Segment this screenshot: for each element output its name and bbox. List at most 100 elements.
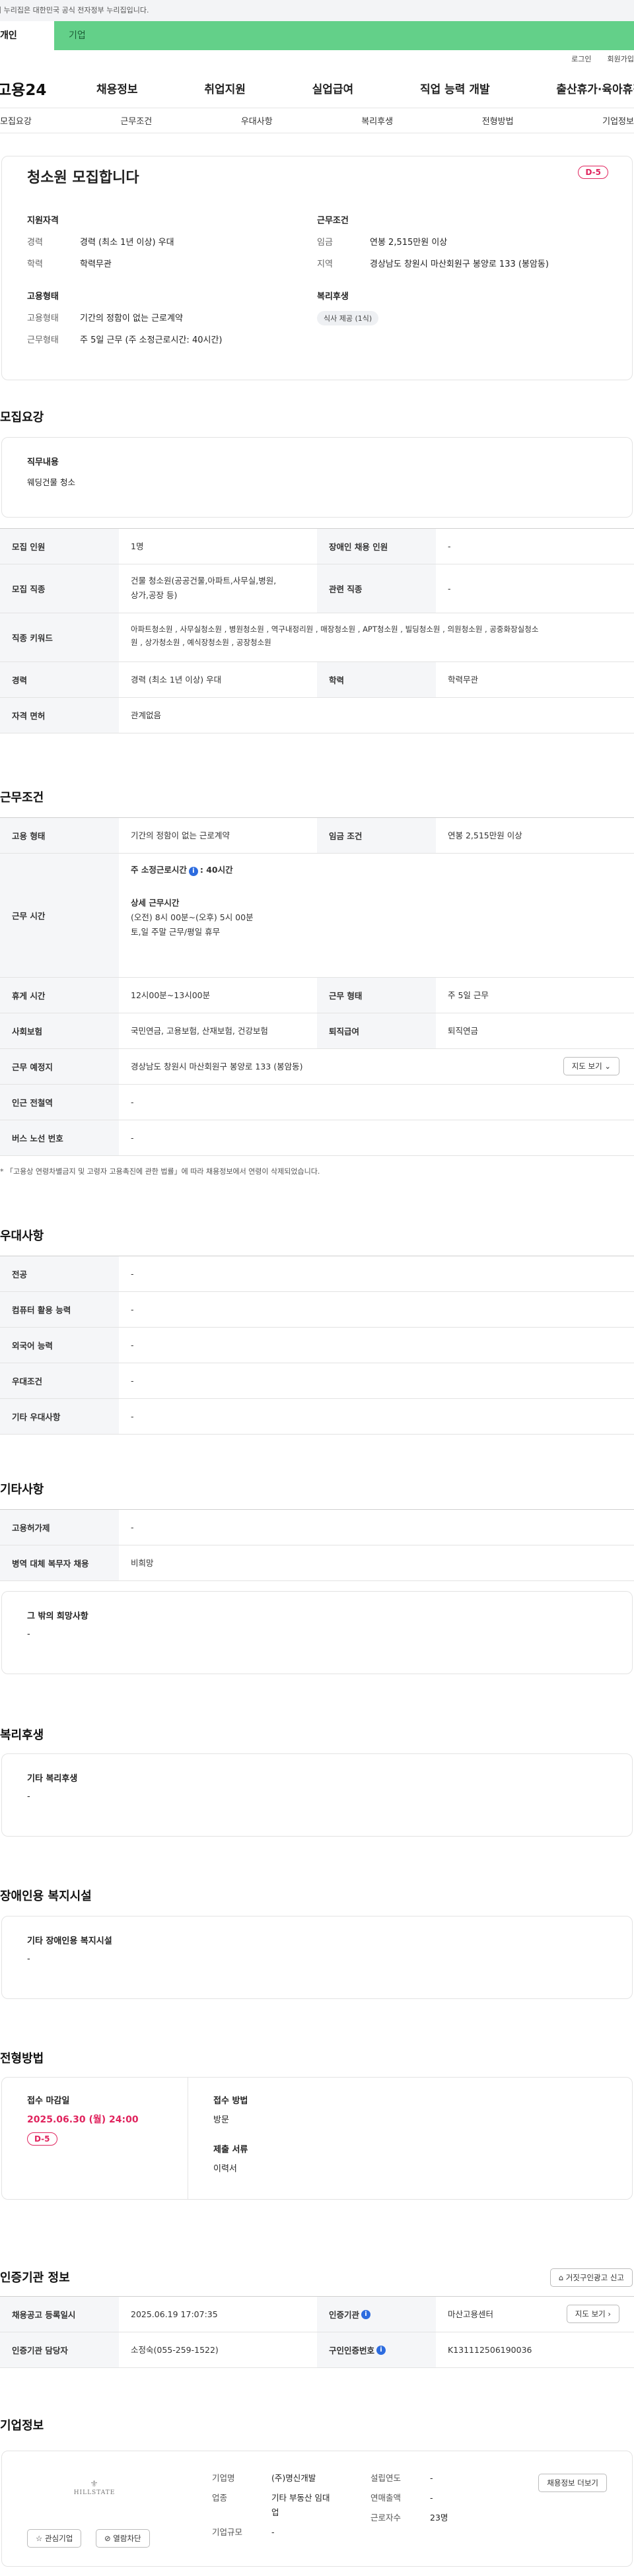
false-ad-report-button[interactable]: ⌂ 거짓구인광고 신고: [549, 2268, 633, 2287]
table-row: 컴퓨터 활용 능력 -: [0, 1292, 634, 1328]
agency-map-button[interactable]: 지도 보기 ›: [566, 2305, 619, 2323]
summary-card: 청소원 모집합니다 D-5 지원자격 경력 경력 (최소 1년 이상) 우대 학력…: [1, 156, 633, 380]
row-label: 퇴직급여: [317, 1013, 436, 1048]
agency-label: 인증기관: [329, 2310, 360, 2320]
row-label: 근무 예정지: [0, 1049, 119, 1084]
favorite-company-button[interactable]: ☆ 관심기업: [27, 2529, 82, 2548]
more-jobs-button[interactable]: 채용정보 더보기: [538, 2474, 607, 2492]
row-label: 버스 노선 번호: [0, 1120, 119, 1155]
row-label: 휴게 시간: [0, 978, 119, 1013]
anchor-pref[interactable]: 우대사항: [241, 114, 273, 127]
gnb-item-support[interactable]: 취업지원: [204, 80, 246, 96]
table-row: 인근 전철역 -: [0, 1085, 634, 1120]
row-label: 근무 형태: [317, 978, 436, 1013]
industry-label: 업종: [212, 2492, 228, 2503]
logo-text: HILLSTATE: [73, 2490, 116, 2496]
etc-wish-text: -: [27, 1629, 30, 1639]
row-label: 사회보험: [0, 1013, 119, 1048]
info-icon[interactable]: i: [376, 2345, 386, 2355]
tab-personal[interactable]: 개인: [0, 21, 54, 50]
table-row: 기타 우대사항 -: [0, 1399, 634, 1435]
docs-value: 이력서: [213, 2164, 237, 2174]
chevron-right-icon: ›: [608, 2309, 611, 2319]
row-label: 우대조건: [0, 1363, 119, 1398]
row-value: 건물 청소원(공공건물,아파트,사무실,병원, 상가,공장 등): [119, 564, 317, 613]
anchor-work[interactable]: 근무조건: [120, 114, 152, 127]
fav-btn-label: 관심기업: [44, 2534, 73, 2543]
row-value: -: [131, 1132, 134, 1143]
row-value: K131112506190036: [448, 2344, 532, 2355]
info-icon[interactable]: i: [361, 2309, 371, 2319]
anchor-recruit[interactable]: 모집요강: [0, 114, 32, 127]
row-value: 경력 (최소 1년 이상) 우대: [131, 674, 222, 685]
sales-label: 연매출액: [370, 2492, 402, 2503]
welfare-heading: 복리후생: [317, 292, 349, 302]
row-value: 마산고용센터: [448, 2309, 494, 2319]
block-view-button[interactable]: ⊘ 열람차단: [96, 2529, 150, 2548]
size-label: 기업규모: [212, 2526, 243, 2537]
login-link[interactable]: 로그인: [571, 55, 591, 63]
pref-table: 전공 - 컴퓨터 활용 능력 - 외국어 능력 - 우대조건 - 기타 우대사항 -: [0, 1256, 634, 1435]
emp-type-value: 기간의 정함이 없는 근로계약: [80, 314, 183, 323]
cond-area-value: 경상남도 창원시 마산회원구 봉양로 133 (봉암동): [370, 259, 549, 269]
row-value: 국민연금, 고용보험, 산재보험, 건강보험: [131, 1025, 268, 1036]
row-label: 컴퓨터 활용 능력: [0, 1292, 119, 1327]
join-link[interactable]: 회원가입: [608, 55, 634, 63]
deadline-heading: 접수 마감일: [27, 2096, 70, 2106]
cert-table: 채용공고 등록일시 2025.06.19 17:07:35 인증기관 i 마산고용…: [0, 2296, 634, 2368]
gnb-item-benefit[interactable]: 실업급여: [312, 80, 354, 96]
emp-work-value: 주 5일 근무 (주 소정근로시간: 40시간): [80, 335, 223, 345]
gnb-menu: 채용정보 취업지원 실업급여 직업 능력 개발 출산휴가·육아휴직: [96, 80, 634, 96]
map-view-button[interactable]: 지도 보기 ⌄: [563, 1057, 619, 1075]
num-label: 구인인증번호: [329, 2346, 375, 2356]
gnb-item-leave[interactable]: 출산휴가·육아휴직: [556, 80, 634, 96]
alert-icon: ⌂: [558, 2273, 564, 2282]
global-nav: 고용24 채용정보 취업지원 실업급여 직업 능력 개발 출산휴가·육아휴직: [0, 69, 634, 108]
employees-value: 23명: [430, 2512, 448, 2523]
deadline-value: 2025.06.30 (월) 24:00: [27, 2115, 139, 2125]
table-row: 채용공고 등록일시 2025.06.19 17:07:35 인증기관 i 마산고용…: [0, 2297, 634, 2332]
method-col: 접수 방법 방문 제출 서류 이력서: [188, 2078, 273, 2199]
cond-wage-value: 연봉 2,515만원 이상: [370, 238, 448, 248]
deadline-dday-badge: D-5: [27, 2132, 57, 2146]
row-value: 경상남도 창원시 마산회원구 봉양로 133 (봉암동): [131, 1061, 303, 1071]
disab-box-text: -: [27, 1954, 30, 1964]
row-value: -: [131, 1304, 134, 1314]
section-work-title: 근무조건: [0, 791, 44, 805]
row-label: 모집 인원: [0, 529, 119, 564]
gnb-item-training[interactable]: 직업 능력 개발: [420, 80, 490, 96]
row-value: 연봉 2,515만원 이상: [448, 830, 522, 840]
emp-heading: 고용형태: [27, 292, 59, 302]
gov-banner-text: 이 누리집은 대한민국 공식 전자정부 누리집입니다.: [0, 6, 149, 15]
screening-card: 접수 마감일 2025.06.30 (월) 24:00 D-5 접수 방법 방문…: [1, 2077, 633, 2200]
table-row: 병역 대체 복무자 채용 비희망: [0, 1545, 634, 1581]
gnb-item-jobs[interactable]: 채용정보: [96, 80, 138, 96]
section-disab-title: 장애인용 복지시설: [0, 1889, 92, 1903]
job-desc-box: 직무내용 웨딩건물 청소: [1, 437, 633, 518]
job-line-1: 건물 청소원(공공건물,아파트,사무실,병원,: [131, 576, 277, 586]
row-label: 자격 면허: [0, 698, 119, 733]
industry-line-2: 업: [271, 2507, 279, 2517]
site-logo[interactable]: 고용24: [0, 77, 96, 100]
size-value: -: [271, 2526, 275, 2537]
anchor-welfare[interactable]: 복리후생: [361, 114, 393, 127]
table-row: 인증기관 담당자 소정숙(055-259-1522) 구인인증번호 i K1311…: [0, 2332, 634, 2368]
job-desc-text: 웨딩건물 청소: [27, 477, 75, 487]
anchor-screening[interactable]: 전형방법: [482, 114, 514, 127]
company-name-value: (주)명신개발: [271, 2473, 316, 2483]
row-value: -: [448, 541, 451, 551]
info-icon[interactable]: i: [188, 867, 198, 876]
tab-company[interactable]: 기업: [54, 21, 634, 50]
qual-career-value: 경력 (최소 1년 이상) 우대: [80, 238, 174, 248]
etc-wish-heading: 그 밖의 희망사항: [27, 1611, 88, 1621]
company-info-left: 기업명 (주)명신개발 업종 기타 부동산 임대 업 기업규모 -: [212, 2471, 330, 2540]
row-value: 1명: [131, 541, 144, 551]
user-type-tabs: 개인 기업: [0, 21, 634, 50]
row-label: 직종 키워드: [0, 613, 119, 661]
company-info-right: 설립연도 - 연매출액 - 근로자수 23명: [370, 2471, 448, 2525]
section-screening-title: 전형방법: [0, 2052, 44, 2066]
emp-work-label: 근무형태: [27, 335, 59, 345]
anchor-company[interactable]: 기업정보: [602, 114, 634, 127]
work-detail-heading: 상세 근무시간: [131, 897, 180, 908]
table-row: 근무 예정지 경상남도 창원시 마산회원구 봉양로 133 (봉암동) 지도 보…: [0, 1049, 634, 1085]
